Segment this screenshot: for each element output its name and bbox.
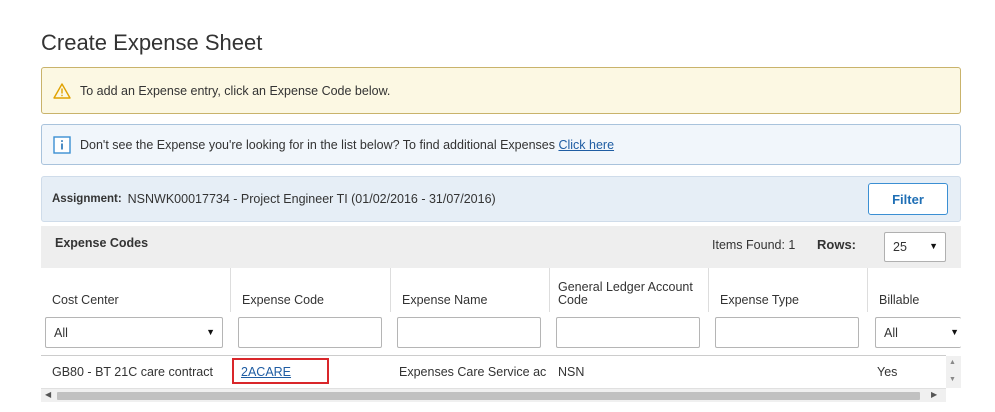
scroll-left-icon[interactable]: ◀ [45, 390, 51, 399]
expense-codes-title: Expense Codes [55, 236, 149, 250]
warning-triangle-icon [53, 82, 71, 99]
click-here-link[interactable]: Click here [558, 138, 614, 152]
expense-code-filter-input[interactable] [238, 317, 382, 348]
scroll-up-icon[interactable]: ▲ [949, 359, 956, 366]
expense-codes-grid: Cost Center Expense Code Expense Name Ge… [41, 268, 961, 406]
info-icon [53, 135, 71, 154]
horizontal-scroll-thumb[interactable] [57, 392, 920, 400]
gl-code-filter-input[interactable] [556, 317, 700, 348]
scroll-right-icon[interactable]: ▶ [931, 390, 937, 399]
scroll-down-icon[interactable]: ▼ [949, 376, 956, 383]
rows-label: Rows: [817, 237, 856, 252]
rows-per-page-value: 25 [893, 240, 907, 254]
warning-text: To add an Expense entry, click an Expens… [80, 83, 391, 98]
info-text: Don't see the Expense you're looking for… [80, 137, 555, 152]
cost-center-filter-select[interactable]: All ▼ [45, 317, 223, 348]
expense-codes-header: Expense Codes Items Found: 1 Rows: 25 ▼ [41, 226, 961, 268]
assignment-label: Assignment: [52, 193, 122, 205]
cost-center-cell: GB80 - BT 21C care contract [52, 365, 213, 379]
column-header-expense-code[interactable]: Expense Code [231, 268, 391, 312]
expense-code-highlight: 2ACARE [232, 358, 329, 384]
info-alert: Don't see the Expense you're looking for… [41, 124, 961, 165]
horizontal-scrollbar[interactable]: ◀ ▶ [41, 388, 946, 402]
column-header-expense-name[interactable]: Expense Name [391, 268, 550, 312]
expense-type-filter-input[interactable] [715, 317, 859, 348]
column-header-cost-center[interactable]: Cost Center [41, 268, 231, 312]
page-title: Create Expense Sheet [41, 30, 263, 55]
row-divider [41, 355, 946, 356]
caret-down-icon: ▼ [206, 327, 215, 337]
assignment-value: NSNWK00017734 - Project Engineer TI (01/… [127, 192, 496, 206]
expense-code-link[interactable]: 2ACARE [241, 365, 291, 379]
column-header-billable[interactable]: Billable [868, 268, 961, 312]
vertical-scrollbar[interactable]: ▲ ▼ [946, 356, 961, 388]
gl-code-cell: NSN [558, 365, 585, 379]
caret-down-icon: ▼ [929, 241, 938, 251]
billable-cell: Yes [877, 365, 898, 379]
items-found: Items Found: 1 [712, 238, 796, 252]
warning-alert: To add an Expense entry, click an Expens… [41, 67, 961, 114]
column-header-gl-account-code[interactable]: General Ledger Account Code [550, 268, 709, 312]
column-header-expense-type[interactable]: Expense Type [709, 268, 868, 312]
expense-name-cell: Expenses Care Service ac [399, 365, 547, 379]
cost-center-filter-value: All [54, 326, 68, 340]
assignment-bar: Assignment: NSNWK00017734 - Project Engi… [41, 176, 961, 222]
caret-down-icon: ▼ [950, 327, 959, 337]
rows-per-page-select[interactable]: 25 ▼ [884, 232, 946, 262]
billable-filter-value: All [884, 326, 898, 340]
expense-name-filter-input[interactable] [397, 317, 541, 348]
billable-filter-select[interactable]: All ▼ [875, 317, 961, 348]
filter-button[interactable]: Filter [868, 183, 948, 215]
